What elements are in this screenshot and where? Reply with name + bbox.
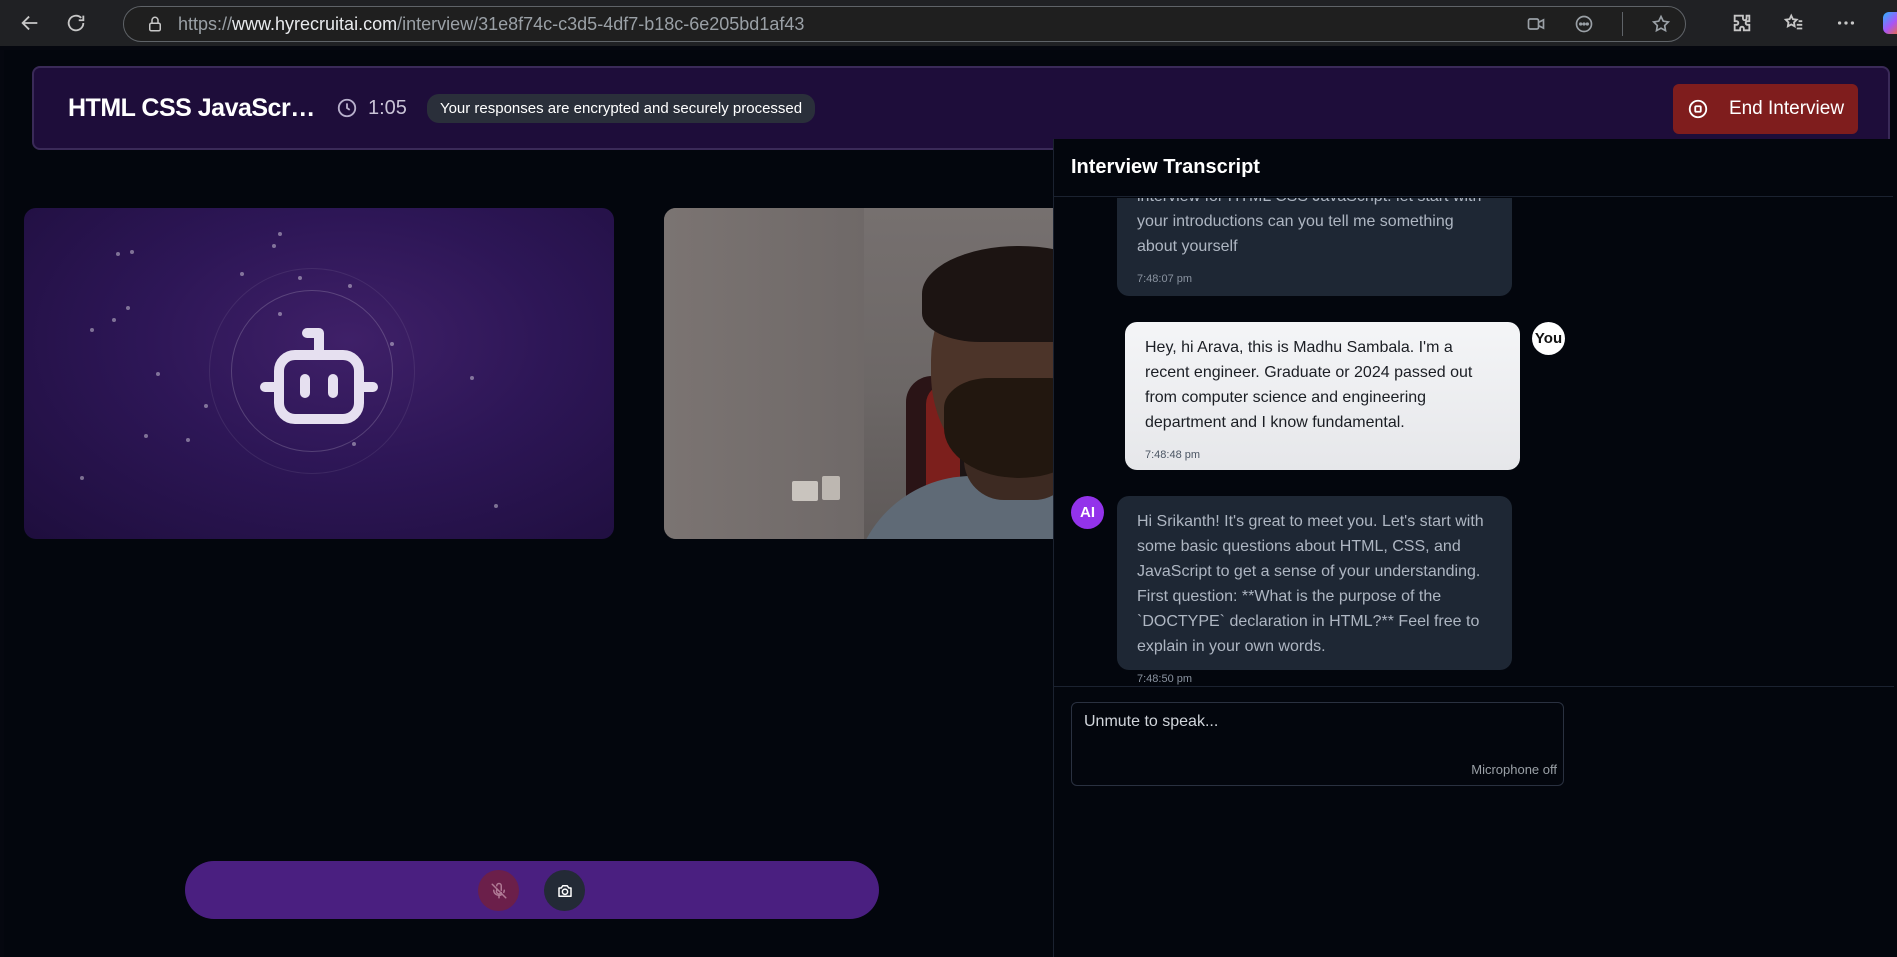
video-icon[interactable] bbox=[1526, 14, 1546, 34]
particle bbox=[272, 244, 276, 248]
refresh-button[interactable] bbox=[54, 0, 98, 46]
speech-input-area: Microphone off bbox=[1071, 702, 1564, 786]
camera-wall-socket bbox=[822, 476, 840, 500]
particle bbox=[470, 376, 474, 380]
address-bar-actions bbox=[1526, 7, 1671, 41]
reader-mode-icon[interactable] bbox=[1574, 14, 1594, 34]
favorite-star-icon[interactable] bbox=[1651, 14, 1671, 34]
url-prefix: https:// bbox=[178, 13, 233, 34]
copilot-icon[interactable] bbox=[1883, 12, 1897, 34]
url-host: www.hyrecruitai.com bbox=[232, 13, 398, 34]
transcript-message-ai: interview for HTML CSS JavaScript. let s… bbox=[1117, 198, 1512, 296]
transcript-message-ai: Hi Srikanth! It's great to meet you. Let… bbox=[1117, 496, 1512, 685]
mic-off-icon bbox=[491, 882, 506, 898]
particle bbox=[494, 504, 498, 508]
refresh-icon bbox=[67, 14, 85, 32]
browser-toolbar: https://www.hyrecruitai.com/interview/31… bbox=[0, 0, 1897, 46]
more-options-icon[interactable] bbox=[1835, 12, 1857, 34]
particle bbox=[144, 434, 148, 438]
particle bbox=[90, 328, 94, 332]
particle bbox=[186, 438, 190, 442]
ai-interviewer-panel bbox=[24, 208, 614, 539]
arrow-left-icon bbox=[21, 15, 38, 31]
microphone-status: Microphone off bbox=[1471, 762, 1557, 777]
address-bar[interactable]: https://www.hyrecruitai.com/interview/31… bbox=[123, 6, 1686, 42]
transcript-messages[interactable]: interview for HTML CSS JavaScript. let s… bbox=[1054, 198, 1894, 686]
particle bbox=[204, 404, 208, 408]
transcript-message-user: Hey, hi Arava, this is Madhu Sambala. I'… bbox=[1125, 322, 1520, 470]
message-timestamp: 7:48:07 pm bbox=[1137, 273, 1193, 285]
lock-icon bbox=[149, 16, 161, 32]
end-interview-button[interactable]: End Interview bbox=[1673, 84, 1858, 134]
interview-header: HTML CSS JavaScript 1:05 Your responses … bbox=[32, 66, 1890, 150]
particle bbox=[240, 272, 244, 276]
particle bbox=[278, 232, 282, 236]
user-avatar: You bbox=[1532, 322, 1565, 355]
robot-icon bbox=[260, 328, 378, 424]
message-text: Hey, hi Arava, this is Madhu Sambala. I'… bbox=[1145, 339, 1473, 431]
url-path: /interview/31e8f74c-c3d5-4df7-b18c-6e205… bbox=[397, 13, 805, 34]
particle bbox=[130, 250, 134, 254]
particle bbox=[116, 252, 120, 256]
transcript-panel: Interview Transcript interview for HTML … bbox=[1053, 139, 1894, 957]
address-separator bbox=[1622, 12, 1623, 36]
particle bbox=[80, 476, 84, 480]
camera-wall-socket bbox=[792, 481, 818, 501]
media-controls-bar bbox=[185, 861, 879, 919]
clock-icon bbox=[337, 98, 357, 118]
browser-toolbar-right bbox=[1731, 0, 1897, 46]
favorites-list-icon[interactable] bbox=[1783, 12, 1805, 34]
camera-toggle-button[interactable] bbox=[544, 870, 585, 911]
back-button[interactable] bbox=[8, 0, 52, 46]
mic-toggle-button[interactable] bbox=[478, 870, 519, 911]
interview-title: HTML CSS JavaScript bbox=[68, 93, 318, 122]
secure-badge: Your responses are encrypted and securel… bbox=[426, 93, 816, 123]
message-timestamp: 7:48:48 pm bbox=[1145, 449, 1201, 461]
interview-timer: 1:05 bbox=[368, 96, 407, 119]
transcript-title: Interview Transcript bbox=[1054, 139, 1893, 197]
end-interview-label: End Interview bbox=[1728, 98, 1845, 119]
url-text: https://www.hyrecruitai.com/interview/31… bbox=[178, 14, 804, 35]
message-text: interview for HTML CSS JavaScript. let s… bbox=[1137, 198, 1481, 255]
camera-icon bbox=[557, 884, 572, 897]
particle bbox=[112, 318, 116, 322]
ai-avatar: AI bbox=[1071, 496, 1104, 529]
transcript-divider bbox=[1054, 686, 1894, 687]
particle bbox=[156, 372, 160, 376]
stop-circle-icon bbox=[1688, 99, 1708, 119]
message-text: Hi Srikanth! It's great to meet you. Let… bbox=[1137, 513, 1484, 655]
particle bbox=[126, 306, 130, 310]
extensions-icon[interactable] bbox=[1731, 12, 1753, 34]
message-timestamp: 7:48:50 pm bbox=[1137, 673, 1193, 685]
